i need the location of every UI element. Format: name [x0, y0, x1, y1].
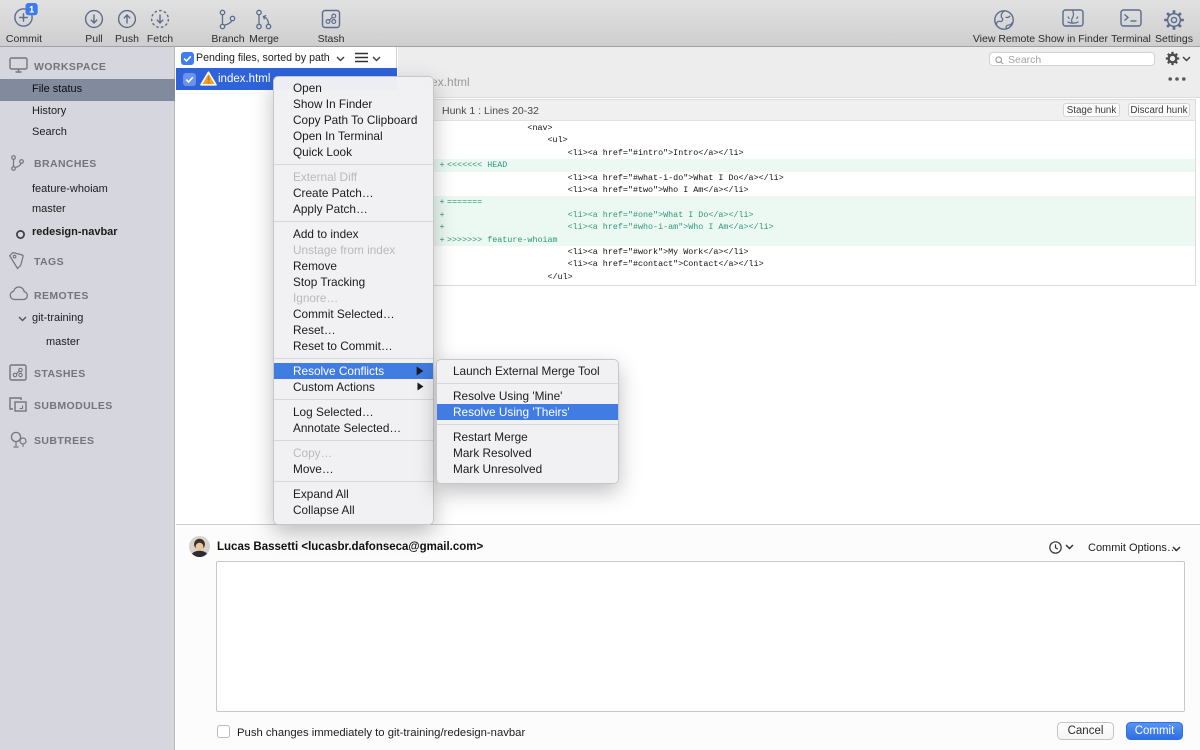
- svg-text:1: 1: [29, 4, 35, 15]
